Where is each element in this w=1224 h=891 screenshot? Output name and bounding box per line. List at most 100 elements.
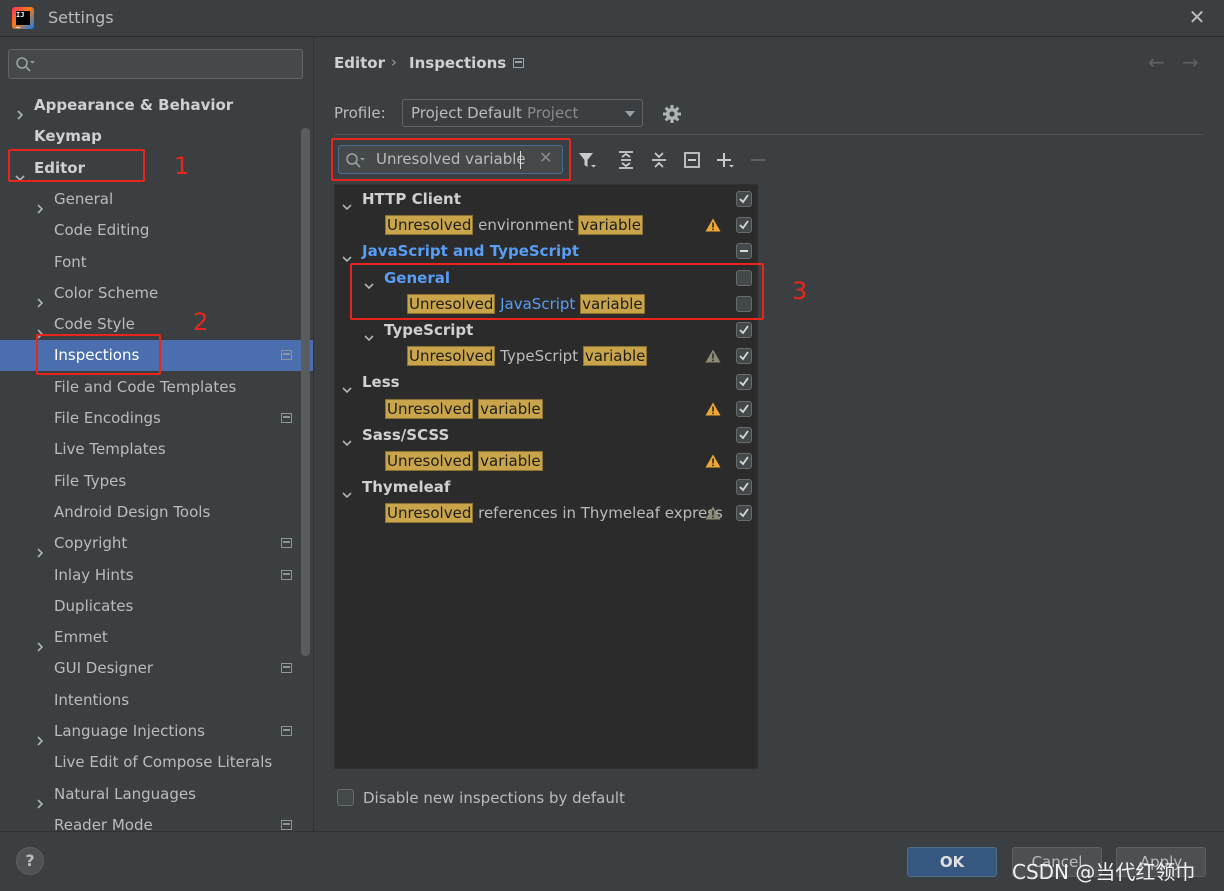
chevron-down-icon[interactable]: [364, 333, 374, 343]
sidebar-item-code-editing[interactable]: Code Editing: [0, 215, 313, 246]
chevron-right-icon[interactable]: [35, 726, 47, 746]
sidebar-item-label: Emmet: [54, 628, 108, 647]
inspection-group-row[interactable]: Thymeleaf: [335, 474, 757, 500]
chevron-down-icon[interactable]: [342, 194, 352, 211]
sidebar-item-reader-mode[interactable]: Reader Mode: [0, 810, 313, 831]
filter-icon[interactable]: [577, 150, 597, 170]
expand-all-icon[interactable]: [616, 150, 636, 170]
sidebar-item-android-design-tools[interactable]: Android Design Tools: [0, 497, 313, 528]
chevron-right-icon[interactable]: [15, 100, 27, 120]
inspection-label: Unresolved environment variable: [385, 212, 643, 238]
chevron-down-icon[interactable]: [342, 490, 352, 500]
enable-inspection-checkbox[interactable]: [736, 505, 752, 522]
chevron-right-icon[interactable]: [35, 632, 47, 652]
chevron-right-icon[interactable]: [35, 736, 45, 746]
inspection-row[interactable]: Unresolved TypeScript variable: [335, 343, 757, 369]
chevron-right-icon[interactable]: [35, 538, 47, 558]
collapse-all-icon[interactable]: [649, 150, 669, 170]
sidebar-item-inlay-hints[interactable]: Inlay Hints: [0, 560, 313, 591]
sidebar-item-label: Color Scheme: [54, 283, 159, 302]
sidebar-item-natural-languages[interactable]: Natural Languages: [0, 779, 313, 810]
sidebar-item-duplicates[interactable]: Duplicates: [0, 591, 313, 622]
chevron-right-icon[interactable]: [35, 298, 45, 308]
help-button[interactable]: ?: [16, 847, 44, 875]
gear-icon[interactable]: [662, 104, 682, 124]
enable-inspection-checkbox[interactable]: [736, 453, 752, 469]
enable-inspection-checkbox[interactable]: [736, 348, 752, 365]
enable-inspection-checkbox[interactable]: [736, 426, 752, 443]
sidebar-item-gui-designer[interactable]: GUI Designer: [0, 653, 313, 684]
enable-inspection-checkbox[interactable]: [736, 322, 752, 338]
annotation-number-2: 2: [193, 308, 209, 336]
breadcrumb-parent[interactable]: Editor: [334, 54, 385, 72]
inspection-group-row[interactable]: TypeScript: [335, 317, 757, 343]
forward-arrow-icon[interactable]: →: [1182, 50, 1199, 74]
sidebar-item-live-edit-of-compose-literals[interactable]: Live Edit of Compose Literals: [0, 747, 313, 778]
sidebar-scrollbar[interactable]: [301, 128, 310, 656]
chevron-right-icon[interactable]: [35, 789, 47, 809]
chevron-down-icon[interactable]: [364, 325, 374, 342]
chevron-right-icon[interactable]: [35, 204, 45, 214]
sidebar-item-live-templates[interactable]: Live Templates: [0, 434, 313, 465]
sidebar-item-language-injections[interactable]: Language Injections: [0, 716, 313, 747]
chevron-right-icon[interactable]: [35, 642, 45, 652]
search-match-highlight: Unresolved: [407, 346, 496, 367]
project-level-icon: [281, 538, 292, 549]
sidebar-item-emmet[interactable]: Emmet: [0, 622, 313, 653]
chevron-down-icon[interactable]: [342, 385, 352, 395]
enable-inspection-checkbox[interactable]: [736, 400, 752, 417]
inspection-group-row[interactable]: Less: [335, 369, 757, 395]
profile-dropdown[interactable]: Project Default Project: [402, 99, 643, 127]
inspection-row[interactable]: Unresolved references in Thymeleaf expre…: [335, 500, 757, 526]
settings-search-input[interactable]: [8, 49, 303, 79]
back-arrow-icon[interactable]: ←: [1148, 50, 1165, 74]
chevron-right-icon[interactable]: [35, 319, 47, 339]
disable-new-inspections-checkbox[interactable]: [337, 789, 354, 806]
sidebar-item-keymap[interactable]: Keymap: [0, 121, 313, 152]
search-match-highlight: Unresolved: [385, 503, 474, 524]
chevron-right-icon[interactable]: [35, 194, 47, 214]
warning-icon: [705, 506, 721, 520]
sidebar-item-color-scheme[interactable]: Color Scheme: [0, 278, 313, 309]
inspection-group-row[interactable]: Sass/SCSS: [335, 422, 757, 448]
sidebar-item-font[interactable]: Font: [0, 247, 313, 278]
inspection-row[interactable]: Unresolved variable: [335, 396, 757, 422]
sidebar-item-file-and-code-templates[interactable]: File and Code Templates: [0, 372, 313, 403]
label-text: Sass/SCSS: [362, 425, 450, 444]
chevron-down-icon[interactable]: [342, 377, 352, 394]
inspection-label: JavaScript and TypeScript: [362, 238, 579, 264]
enable-inspection-checkbox[interactable]: [736, 191, 752, 207]
enable-inspection-checkbox[interactable]: [736, 217, 752, 234]
chevron-down-icon[interactable]: [342, 246, 352, 263]
ok-button[interactable]: OK: [907, 847, 997, 877]
chevron-down-icon[interactable]: [342, 430, 352, 446]
chevron-right-icon[interactable]: [15, 110, 25, 120]
chevron-down-icon[interactable]: [342, 482, 352, 499]
panel-divider[interactable]: [313, 37, 314, 831]
sidebar-item-label: Appearance & Behavior: [34, 96, 234, 114]
enable-inspection-checkbox[interactable]: [736, 243, 752, 260]
chevron-right-icon[interactable]: [35, 548, 45, 558]
inspection-row[interactable]: Unresolved variable: [335, 448, 757, 474]
add-icon[interactable]: [715, 150, 735, 170]
chevron-right-icon[interactable]: [35, 288, 47, 308]
inspection-group-row[interactable]: HTTP Client: [335, 186, 757, 212]
disable-new-inspections-label[interactable]: Disable new inspections by default: [363, 789, 625, 807]
sidebar-item-intentions[interactable]: Intentions: [0, 685, 313, 716]
chevron-down-icon[interactable]: [342, 202, 352, 212]
close-icon[interactable]: ✕: [1186, 6, 1208, 28]
reset-icon[interactable]: [682, 150, 702, 170]
sidebar-item-appearance-behavior[interactable]: Appearance & Behavior: [0, 90, 313, 121]
inspection-group-row[interactable]: JavaScript and TypeScript: [335, 238, 757, 264]
enable-inspection-checkbox[interactable]: [736, 374, 752, 391]
sidebar-item-file-encodings[interactable]: File Encodings: [0, 403, 313, 434]
search-match-highlight: Unresolved: [385, 215, 474, 236]
chevron-down-icon[interactable]: [342, 438, 352, 448]
enable-inspection-checkbox[interactable]: [736, 479, 752, 496]
remove-icon[interactable]: [748, 150, 768, 170]
chevron-right-icon[interactable]: [35, 799, 45, 809]
sidebar-item-file-types[interactable]: File Types: [0, 466, 313, 497]
sidebar-item-general[interactable]: General: [0, 184, 313, 215]
inspection-row[interactable]: Unresolved environment variable: [335, 212, 757, 238]
sidebar-item-copyright[interactable]: Copyright: [0, 528, 313, 559]
